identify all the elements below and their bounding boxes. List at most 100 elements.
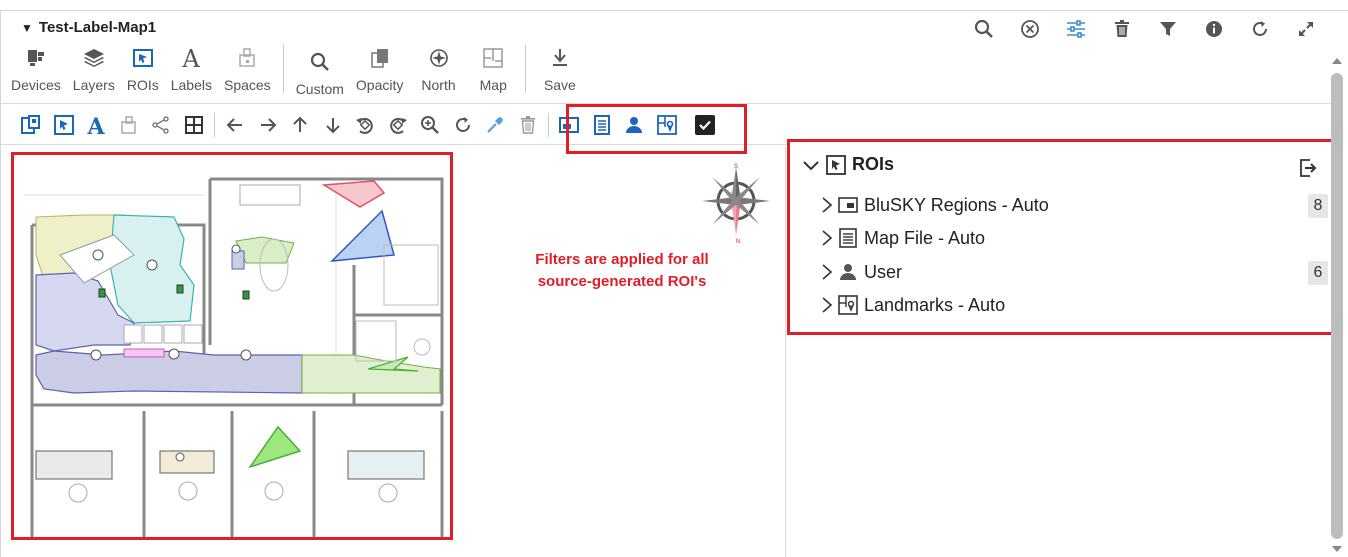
toolbar-separator <box>524 45 526 93</box>
compass-north: N <box>736 239 740 245</box>
svg-text:A: A <box>182 45 201 71</box>
user-icon <box>838 262 858 282</box>
roi-item-label: Landmarks - Auto <box>864 294 1006 315</box>
roi-item-label: User <box>864 261 903 282</box>
chevron-right-icon[interactable] <box>820 196 834 214</box>
toolbar-separator <box>214 113 215 137</box>
map-area[interactable]: Filters are applied for all source-gener… <box>1 147 785 557</box>
map-button[interactable]: Map <box>468 41 519 97</box>
space-edit-icon[interactable] <box>113 112 146 138</box>
collapse-triangle-icon[interactable]: ▼ <box>21 21 33 35</box>
reset-icon[interactable] <box>447 112 480 138</box>
rois-label: ROIs <box>126 77 159 93</box>
landmarks-icon <box>838 295 858 315</box>
filters-annotation: Filters are applied for all source-gener… <box>497 249 747 293</box>
top-actions <box>969 17 1321 41</box>
north-icon <box>429 45 449 71</box>
chevron-down-icon[interactable] <box>802 156 820 174</box>
trash-icon[interactable] <box>1107 17 1137 41</box>
opacity-icon <box>370 45 390 71</box>
arrow-down-icon[interactable] <box>317 112 350 138</box>
sliders-icon[interactable] <box>1061 17 1091 41</box>
rois-button[interactable]: ROIs <box>121 41 165 97</box>
roi-icon <box>826 154 846 175</box>
save-button[interactable]: Save <box>532 41 588 97</box>
info-icon[interactable] <box>1199 17 1229 41</box>
floor-plan-highlight[interactable] <box>11 152 453 540</box>
map-file-icon <box>838 228 858 248</box>
toolbar-separator <box>282 45 284 93</box>
roi-item-user[interactable]: User 6 <box>820 257 1328 287</box>
label-edit-icon[interactable]: A <box>80 112 113 138</box>
chevron-right-icon[interactable] <box>820 229 834 247</box>
share-icon[interactable] <box>145 112 178 138</box>
devices-label: Devices <box>11 77 61 93</box>
grid-layout-icon[interactable] <box>178 112 211 138</box>
rois-panel: ROIs BluSKY Regions - Auto 8 Map File - … <box>787 139 1335 335</box>
scroll-up-icon[interactable] <box>1331 55 1343 67</box>
north-button[interactable]: North <box>409 41 467 97</box>
roi-count-badge: 8 <box>1308 194 1328 218</box>
layers-icon <box>83 45 105 71</box>
custom-label: Custom <box>295 81 344 97</box>
roi-icon <box>132 45 154 71</box>
panel-divider[interactable] <box>785 147 786 557</box>
annotation-line-2: source-generated ROI's <box>537 273 707 290</box>
compass-south: S <box>734 164 738 170</box>
roi-item-label: BluSKY Regions - Auto <box>864 194 1049 215</box>
chevron-right-icon[interactable] <box>820 263 834 281</box>
search-icon[interactable] <box>969 17 999 41</box>
zoom-in-icon[interactable] <box>414 112 447 138</box>
arrow-right-icon[interactable] <box>252 112 285 138</box>
main-toolbar: Devices Layers ROIs A Labels Spaces Cust… <box>1 41 588 97</box>
roi-edit-icon[interactable] <box>48 112 81 138</box>
roi-count-badge: 6 <box>1308 261 1328 285</box>
arrow-left-icon[interactable] <box>219 112 252 138</box>
vertical-scrollbar[interactable] <box>1330 55 1344 555</box>
clear-search-icon[interactable] <box>1015 17 1045 41</box>
save-icon <box>550 45 570 71</box>
window-title[interactable]: ▼ Test-Label-Map1 <box>21 19 156 36</box>
opacity-button[interactable]: Opacity <box>350 41 409 97</box>
north-label: North <box>421 77 456 93</box>
search-icon <box>310 49 330 75</box>
chevron-right-icon[interactable] <box>820 296 834 314</box>
export-icon[interactable] <box>1298 158 1318 178</box>
scroll-down-icon[interactable] <box>1331 543 1343 555</box>
spaces-button[interactable]: Spaces <box>218 41 277 97</box>
device-edit-icon[interactable] <box>15 112 48 138</box>
save-label: Save <box>543 77 576 93</box>
roi-item-blusky-regions[interactable]: BluSKY Regions - Auto 8 <box>820 190 1328 220</box>
spaces-icon <box>237 45 257 71</box>
floor-plan-image <box>14 155 450 537</box>
spaces-label: Spaces <box>223 77 271 93</box>
arrow-up-icon[interactable] <box>284 112 317 138</box>
title-bar: ▼ Test-Label-Map1 <box>1 11 1341 43</box>
annotation-line-1: Filters are applied for all <box>535 251 709 268</box>
labels-button[interactable]: A Labels <box>165 41 218 97</box>
trash-icon[interactable] <box>512 112 545 138</box>
labels-icon: A <box>179 45 203 71</box>
roi-item-map-file[interactable]: Map File - Auto <box>820 223 1328 253</box>
rois-panel-header[interactable]: ROIs <box>802 154 894 175</box>
filter-icon[interactable] <box>1153 17 1183 41</box>
labels-label: Labels <box>170 77 212 93</box>
svg-text:A: A <box>87 114 106 137</box>
refresh-icon[interactable] <box>1245 17 1275 41</box>
devices-icon <box>25 45 47 71</box>
rotate-right-icon[interactable] <box>382 112 415 138</box>
map-name: Test-Label-Map1 <box>38 19 157 36</box>
layers-label: Layers <box>72 77 115 93</box>
roi-item-landmarks[interactable]: Landmarks - Auto <box>820 290 1328 320</box>
eyedropper-icon[interactable] <box>479 112 512 138</box>
rotate-left-icon[interactable] <box>349 112 382 138</box>
devices-button[interactable]: Devices <box>1 41 67 97</box>
custom-button[interactable]: Custom <box>290 41 350 97</box>
rois-panel-title: ROIs <box>852 154 895 174</box>
compass-rose[interactable]: S N <box>698 161 774 245</box>
scroll-thumb[interactable] <box>1331 73 1343 539</box>
layers-button[interactable]: Layers <box>67 41 121 97</box>
map-editor-window: ▼ Test-Label-Map1 Devices Layers ROIs A … <box>0 10 1348 557</box>
opacity-label: Opacity <box>355 77 404 93</box>
expand-icon[interactable] <box>1291 17 1321 41</box>
